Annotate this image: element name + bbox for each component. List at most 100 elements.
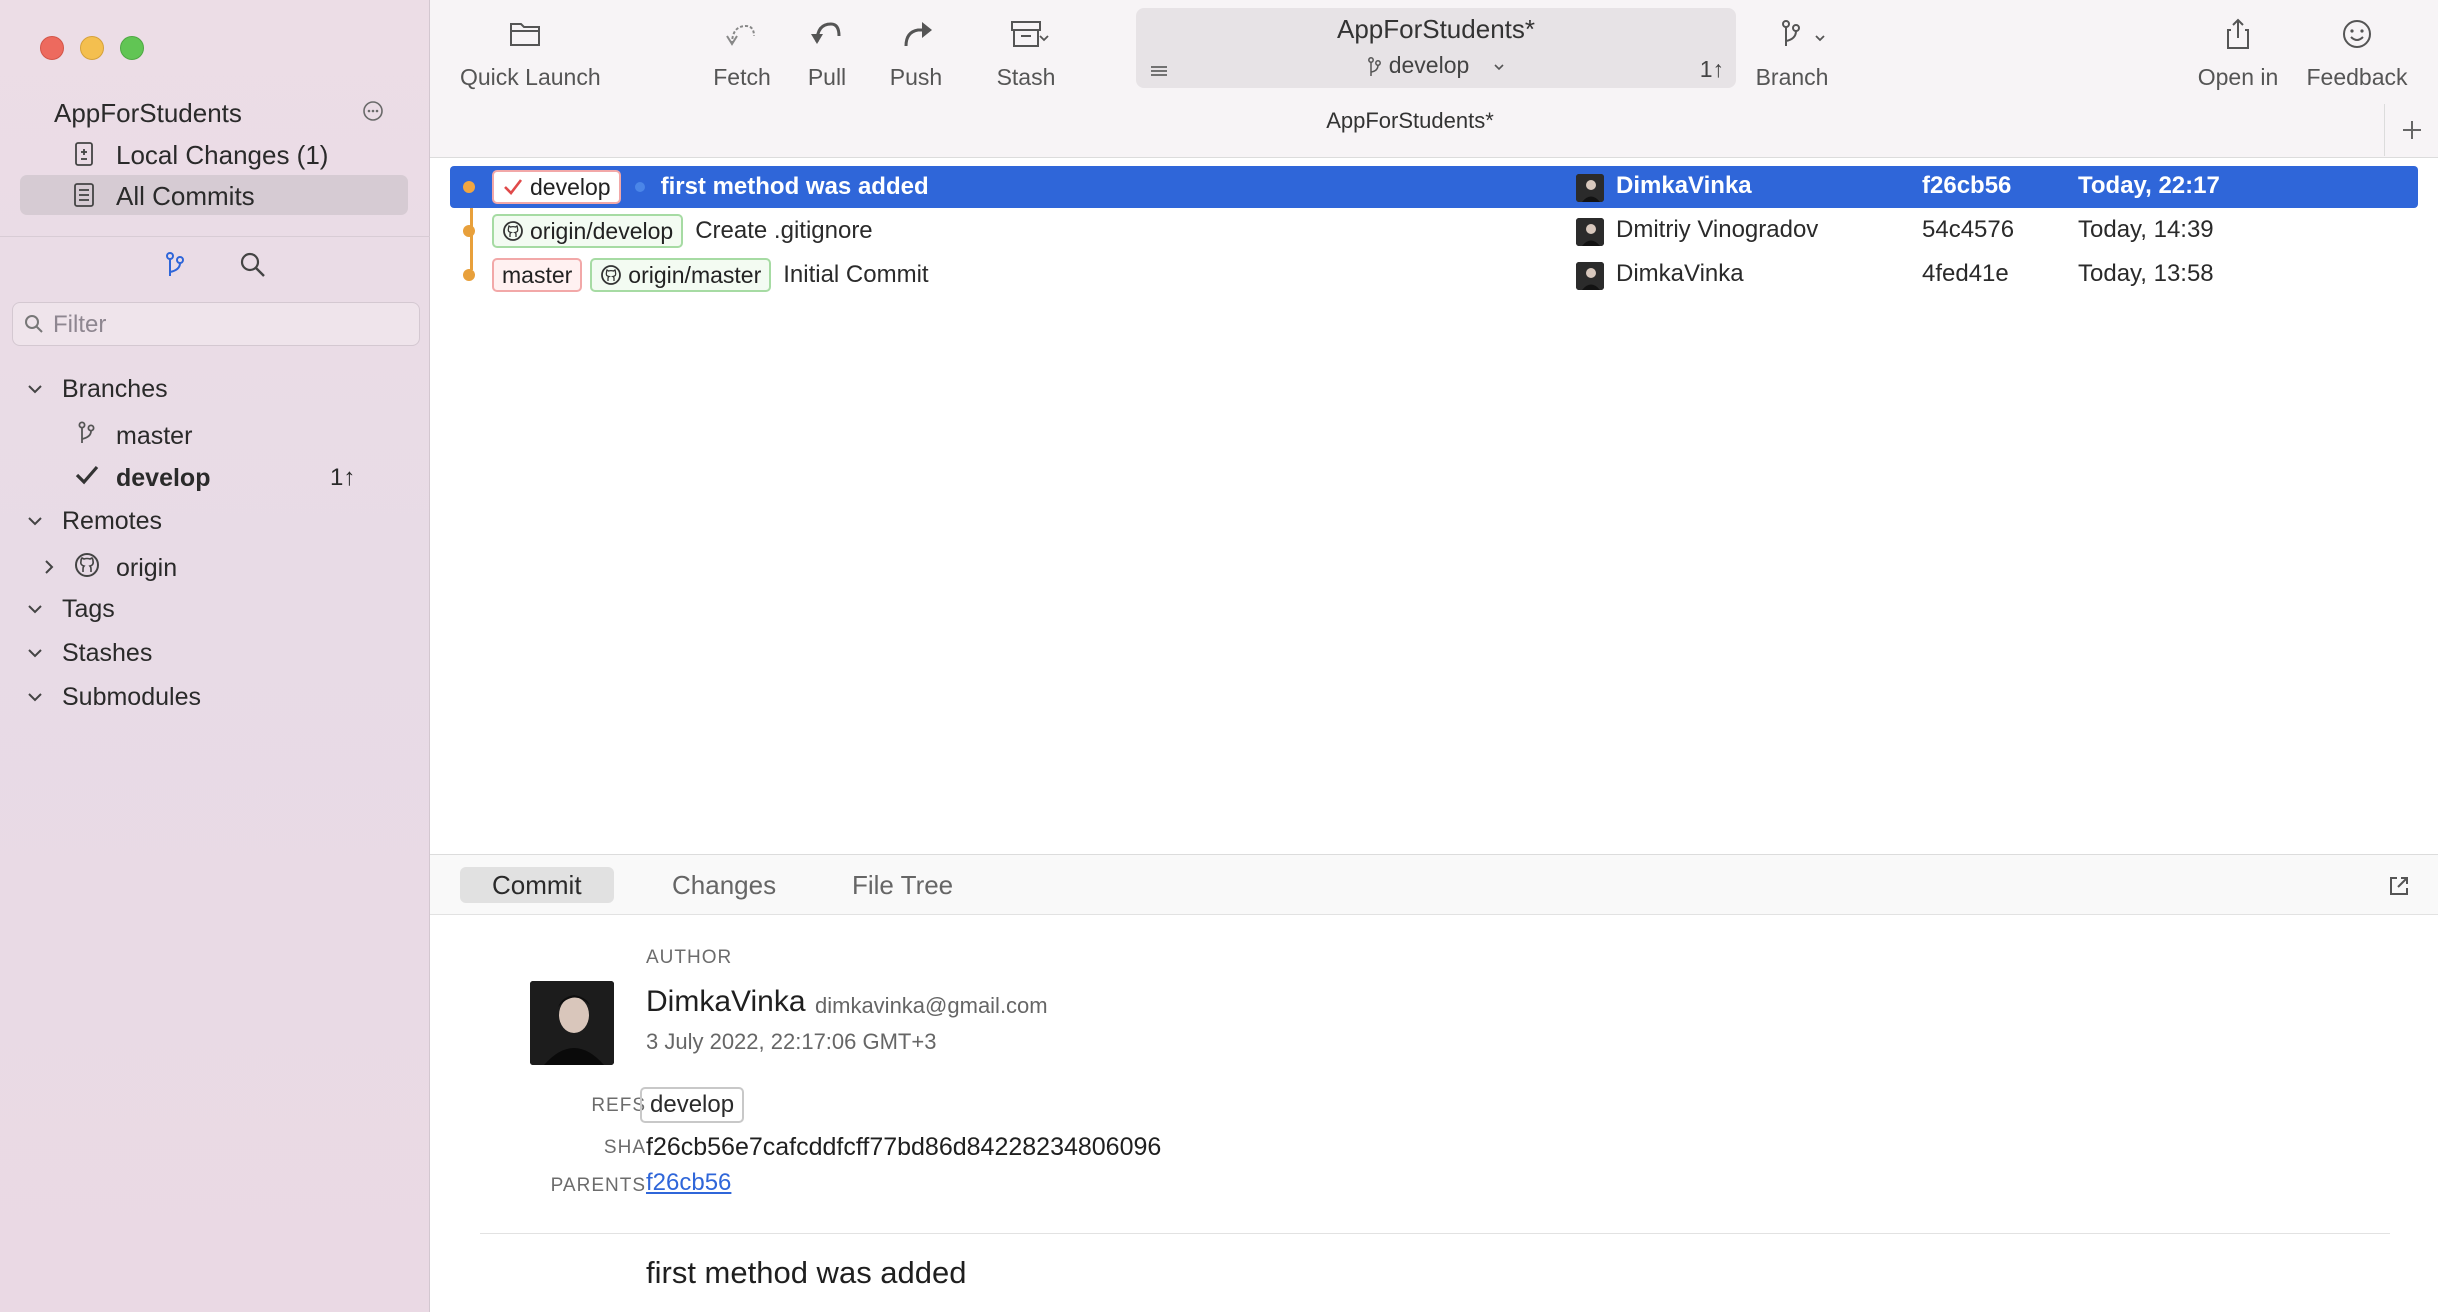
ref-badge-origin-develop[interactable]: origin/develop xyxy=(492,214,684,248)
sidebar: AppForStudents Local Changes (1) All Com… xyxy=(0,0,430,1312)
commit-refs: origin/develop Create .gitignore xyxy=(492,214,873,248)
open-external-icon[interactable] xyxy=(2386,873,2412,899)
section-label: Stashes xyxy=(62,639,153,667)
more-options-icon[interactable] xyxy=(362,100,384,122)
all-commits-icon xyxy=(70,181,98,209)
feedback-button[interactable]: Feedback xyxy=(2302,14,2412,91)
toolbar-label: Feedback xyxy=(2306,64,2408,90)
commit-message: first method was added xyxy=(660,173,929,200)
branch-button[interactable]: Branch xyxy=(1752,14,1832,91)
commit-row[interactable]: master origin/master Initial Commit Dimk… xyxy=(450,254,2418,296)
remote-name: origin xyxy=(116,554,178,582)
section-label: Tags xyxy=(62,595,115,623)
ref-badge-develop[interactable]: develop xyxy=(640,1087,745,1123)
section-stashes[interactable]: Stashes xyxy=(0,632,430,672)
toolbar: Quick Launch Fetch Pull Push Stash AppFo… xyxy=(430,0,2438,158)
search-icon[interactable] xyxy=(238,250,268,280)
section-branches[interactable]: Branches xyxy=(0,368,430,408)
pull-button[interactable]: Pull xyxy=(792,14,862,91)
ref-label: origin/develop xyxy=(530,217,674,244)
section-submodules[interactable]: Submodules xyxy=(0,676,430,716)
quick-launch-button[interactable]: Quick Launch xyxy=(460,14,601,91)
tab-file-tree[interactable]: File Tree xyxy=(820,867,985,903)
toolbar-label: Push xyxy=(889,64,943,90)
commit-row[interactable]: origin/develop Create .gitignore Dmitriy… xyxy=(450,210,2418,252)
chevron-down-icon[interactable] xyxy=(26,380,44,398)
commit-refs: master origin/master Initial Commit xyxy=(492,258,929,292)
chevron-down-icon[interactable] xyxy=(26,688,44,706)
author-label: AUTHOR xyxy=(646,947,733,968)
sidebar-item-local-changes[interactable]: Local Changes (1) xyxy=(20,134,408,174)
ref-label: develop xyxy=(530,173,611,200)
chevron-down-icon[interactable] xyxy=(1036,30,1052,46)
branch-name: develop xyxy=(116,464,211,492)
chevron-down-icon[interactable] xyxy=(26,512,44,530)
sha-value: f26cb56e7cafcddfcff77bd86d84228234806096 xyxy=(646,1133,1162,1161)
chevron-right-icon[interactable] xyxy=(40,558,58,576)
repository-name: AppForStudents xyxy=(54,98,242,128)
commit-sha: 54c4576 xyxy=(1922,216,2015,243)
push-icon xyxy=(896,14,936,54)
author-avatar xyxy=(530,981,614,1065)
author-name: DimkaVinka xyxy=(646,985,806,1018)
filter-input[interactable] xyxy=(53,309,403,341)
branches-view-icon[interactable] xyxy=(160,250,190,280)
section-label: Remotes xyxy=(62,507,163,535)
commit-detail-pane: Commit Changes File Tree AUTHOR DimkaVin… xyxy=(430,854,2438,1312)
add-tab-button[interactable] xyxy=(2384,104,2438,156)
zoom-window-button[interactable] xyxy=(120,36,144,60)
sha-label: SHA xyxy=(603,1137,646,1158)
ref-badge-origin-master[interactable]: origin/master xyxy=(590,258,772,292)
section-tags[interactable]: Tags xyxy=(0,588,430,628)
commit-author: DimkaVinka xyxy=(1616,172,1752,199)
open-in-button[interactable]: Open in xyxy=(2190,14,2286,91)
refs-label: REFS xyxy=(591,1095,646,1116)
repository-selector[interactable]: AppForStudents* develop 1↑ xyxy=(1136,8,1736,88)
branch-icon xyxy=(74,420,100,446)
section-label: Branches xyxy=(62,375,168,403)
author-avatar xyxy=(1576,262,1604,290)
window-tab[interactable]: AppForStudents* xyxy=(430,108,2390,134)
branch-item-develop[interactable]: develop 1↑ xyxy=(0,456,430,496)
search-icon xyxy=(23,313,45,335)
branch-name: master xyxy=(116,422,193,450)
branch-item-master[interactable]: master xyxy=(0,414,430,454)
chevron-down-icon[interactable] xyxy=(1812,30,1828,46)
folder-icon xyxy=(505,14,545,54)
stash-button[interactable]: Stash xyxy=(986,14,1066,91)
commit-date: Today, 13:58 xyxy=(2078,260,2214,287)
ref-label: master xyxy=(502,261,573,288)
sidebar-item-all-commits[interactable]: All Commits xyxy=(20,175,408,215)
section-label: Submodules xyxy=(62,683,201,711)
commit-row[interactable]: develop first method was added DimkaVink… xyxy=(450,166,2418,208)
push-button[interactable]: Push xyxy=(876,14,956,91)
filter-field[interactable] xyxy=(12,302,420,346)
sidebar-item-label: Local Changes (1) xyxy=(116,140,329,170)
section-remotes[interactable]: Remotes xyxy=(0,500,430,540)
toolbar-label: Open in xyxy=(2197,64,2279,90)
head-indicator xyxy=(634,182,645,192)
commit-author: Dmitriy Vinogradov xyxy=(1616,216,1819,243)
tab-commit[interactable]: Commit xyxy=(460,867,614,903)
chevron-down-icon[interactable] xyxy=(26,600,44,618)
ahead-count: 1↑ xyxy=(1699,56,1724,82)
chevron-down-icon[interactable] xyxy=(26,644,44,662)
smiley-icon xyxy=(2337,14,2377,54)
commit-node xyxy=(463,269,475,281)
parent-commit-link[interactable]: f26cb56 xyxy=(646,1169,731,1197)
minimize-window-button[interactable] xyxy=(80,36,104,60)
fetch-button[interactable]: Fetch xyxy=(702,14,782,91)
tab-changes[interactable]: Changes xyxy=(640,867,808,903)
author-avatar xyxy=(1576,174,1604,202)
commit-message: Create .gitignore xyxy=(695,217,873,244)
remote-item-origin[interactable]: origin xyxy=(0,546,430,586)
ref-badge-master[interactable]: master xyxy=(492,258,583,292)
current-branch-selector[interactable]: develop xyxy=(1136,52,1736,79)
commit-refs: develop first method was added xyxy=(492,170,929,204)
ref-label: origin/master xyxy=(628,261,762,288)
github-icon xyxy=(502,220,524,242)
sidebar-item-label: All Commits xyxy=(116,181,255,211)
close-window-button[interactable] xyxy=(40,36,64,60)
ref-badge-develop[interactable]: develop xyxy=(492,170,621,204)
author-email: dimkavinka@gmail.com xyxy=(815,993,1048,1018)
